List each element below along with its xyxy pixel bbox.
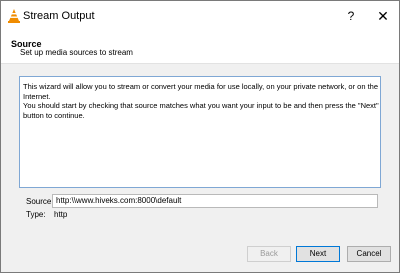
window-title: Stream Output (23, 10, 95, 22)
back-button[interactable]: Back (247, 246, 291, 262)
stream-output-dialog: Stream Output ? ✕ Source Set up media so… (0, 0, 400, 273)
source-label: Source: (26, 197, 54, 206)
next-button[interactable]: Next (296, 246, 340, 262)
type-value: http (54, 210, 68, 219)
description-textbox[interactable]: This wizard will allow you to stream or … (19, 76, 381, 188)
cancel-button[interactable]: Cancel (347, 246, 391, 262)
description-text: This wizard will allow you to stream or … (23, 82, 379, 120)
close-button[interactable]: ✕ (375, 7, 391, 25)
type-label: Type: (26, 210, 46, 219)
page-subtitle: Set up media sources to stream (20, 48, 133, 57)
source-field[interactable]: http:\\www.hiveks.com:8000\default (52, 194, 378, 208)
vlc-cone-icon (8, 9, 20, 23)
help-button[interactable]: ? (344, 8, 358, 24)
title-bar[interactable]: Stream Output ? ✕ (1, 1, 399, 31)
